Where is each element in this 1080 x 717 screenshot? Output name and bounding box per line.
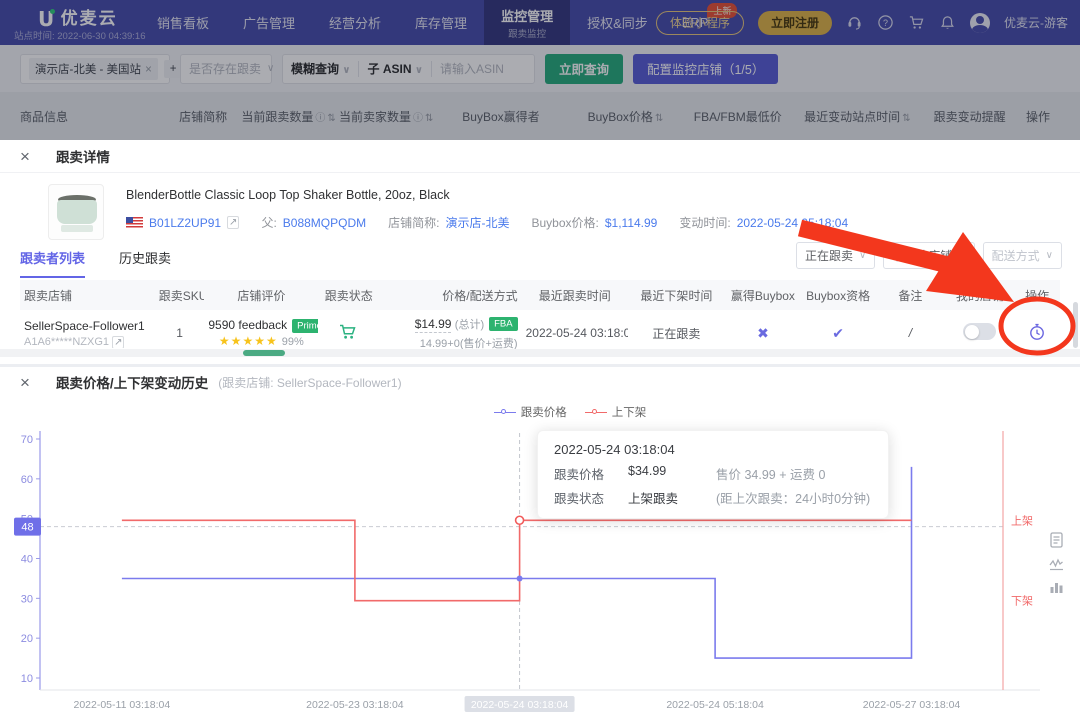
horizontal-scrollbar[interactable]: [0, 349, 1080, 357]
product-image: [48, 184, 104, 240]
marker-dot: [517, 575, 523, 581]
column-header-我的店铺: 我的店铺: [946, 287, 1015, 304]
followers-table: 跟卖店铺跟卖SKU数店铺评价跟卖状态价格/配送方式最近跟卖时间最近下架时间赢得B…: [20, 280, 1060, 357]
close-icon[interactable]: ×: [20, 148, 30, 165]
last-follow-time[interactable]: 2022-05-24 03:18:04: [526, 326, 628, 340]
series-上下架: [122, 520, 912, 600]
chart-toolbox: [1049, 532, 1064, 594]
history-clock-button[interactable]: [1027, 322, 1047, 342]
sku-count: 1: [155, 326, 205, 340]
remark-edit[interactable]: /: [905, 326, 916, 340]
us-flag-icon: [126, 217, 143, 228]
store-label: 店铺简称:: [388, 214, 439, 231]
x-tick-label: 2022-05-23 03:18:04: [306, 699, 404, 711]
bar-chart-icon[interactable]: [1049, 580, 1064, 594]
change-time-value: 2022-05-24 05:18:04: [737, 216, 848, 230]
change-time-label: 变动时间:: [679, 214, 730, 231]
product-summary: BlenderBottle Classic Loop Top Shaker Bo…: [48, 184, 848, 240]
prime-badge: Prime: [292, 319, 318, 333]
close-icon[interactable]: ×: [20, 374, 30, 391]
detail-tabs: 跟卖者列表 历史跟卖: [20, 248, 171, 278]
filter-select-非我的店铺[interactable]: 非我的店铺∨: [883, 242, 974, 269]
column-header-跟卖状态: 跟卖状态: [318, 287, 379, 304]
chart-panel-subtitle: (跟卖店铺: SellerSpace-Follower1): [218, 374, 401, 391]
column-header-Buybox资格: Buybox资格: [801, 287, 875, 304]
fba-badge: FBA: [489, 317, 517, 331]
last-off-time[interactable]: 正在跟卖: [652, 327, 700, 342]
marker-hollow: [516, 516, 524, 524]
chevron-down-icon: ∨: [958, 250, 965, 261]
right-axis-label: 上架: [1011, 514, 1033, 527]
column-header-最近下架时间: 最近下架时间: [628, 287, 725, 304]
product-meta: B01LZ2UP91 ↗ 父: B088MQPQDM 店铺简称: 演示店-北美 …: [126, 214, 848, 231]
y-tick-label: 40: [21, 554, 33, 566]
detail-panel-title: 跟卖详情: [56, 146, 110, 166]
column-header-跟卖SKU数: 跟卖SKU数: [155, 287, 205, 304]
asin-link[interactable]: B01LZ2UP91: [149, 216, 221, 230]
data-view-icon[interactable]: [1049, 532, 1064, 548]
store-name: 演示店-北美: [445, 214, 509, 231]
x-tick-label: 2022-05-11 03:18:04: [73, 699, 170, 711]
chevron-down-icon: ∨: [1046, 250, 1053, 261]
buybox-price-value: $1,114.99: [605, 216, 658, 230]
store-rating: 9590 feedbackPrime ★★★★★99%: [204, 318, 318, 348]
column-header-赢得Buybox: 赢得Buybox: [725, 287, 801, 304]
my-store-toggle[interactable]: [963, 323, 996, 340]
x-tick-label: 2022-05-24 03:18:04: [471, 699, 569, 711]
screen: Ս优麦云 站点时间: 2022-06-30 04:39:16 销售看板广告管理经…: [0, 0, 1080, 717]
buybox-win-no-icon: ✖: [757, 325, 769, 341]
x-tick-label: 2022-05-27 03:18:04: [863, 699, 961, 711]
chevron-down-icon: ∨: [859, 250, 866, 261]
column-header-操作: 操作: [1014, 287, 1060, 304]
y-tick-label: 60: [21, 474, 33, 486]
follow-status-cart-icon[interactable]: [339, 324, 358, 340]
right-axis-label: 下架: [1011, 595, 1033, 608]
line-chart-icon[interactable]: [1049, 557, 1064, 571]
column-header-店铺评价: 店铺评价: [204, 287, 318, 304]
chart-tooltip: 2022-05-24 03:18:04 跟卖价格 $34.99 售价 34.99…: [537, 430, 889, 519]
column-header-最近跟卖时间: 最近跟卖时间: [522, 287, 628, 304]
price-delivery: $14.99 (总计)FBA 14.99+0(售价+运费): [379, 316, 521, 351]
x-tick-label: 2022-05-24 05:18:04: [666, 699, 764, 711]
y-tick-label: 70: [21, 434, 33, 446]
tooltip-price-extra: 售价 34.99 + 运费 0: [716, 464, 825, 483]
tooltip-status-extra: (距上次跟卖：24小时0分钟): [716, 488, 870, 507]
tooltip-status-label: 跟卖状态: [554, 488, 628, 507]
column-header-跟卖店铺: 跟卖店铺: [20, 287, 155, 304]
seller-name[interactable]: SellerSpace-Follower1: [24, 319, 151, 333]
follow-sell-detail-panel: × 跟卖详情 BlenderBottle Classic Loop Top Sh…: [0, 140, 1080, 364]
external-link-icon[interactable]: ↗: [227, 216, 239, 229]
column-header-备注: 备注: [875, 287, 945, 304]
vertical-scrollbar[interactable]: [1073, 302, 1078, 348]
follower-filters: 正在跟卖∨ 非我的店铺∨ 配送方式∨: [796, 242, 1062, 269]
external-link-icon[interactable]: ↗: [112, 336, 124, 348]
y-pointer-badge-text: 48: [21, 522, 33, 534]
modal-dim-overlay: [0, 0, 1080, 140]
star-rating: ★★★★★: [219, 334, 278, 348]
column-header-价格/配送方式: 价格/配送方式: [379, 287, 521, 304]
chart-panel-title: 跟卖价格/上下架变动历史: [56, 372, 208, 392]
buybox-qualified-icon: ✔: [832, 325, 844, 341]
filter-select-正在跟卖[interactable]: 正在跟卖∨: [796, 242, 875, 269]
tab-历史跟卖[interactable]: 历史跟卖: [119, 248, 171, 278]
y-tick-label: 30: [21, 593, 33, 605]
tooltip-price-label: 跟卖价格: [554, 464, 628, 483]
filter-select-配送方式[interactable]: 配送方式∨: [983, 242, 1062, 269]
tooltip-status-value: 上架跟卖: [628, 488, 716, 507]
tooltip-price-value: $34.99: [628, 464, 716, 483]
seller-id: A1A6*****NZXG1 ↗: [24, 336, 151, 348]
detail-panel-header: × 跟卖详情: [0, 140, 1080, 173]
parent-asin-link[interactable]: B088MQPQDM: [283, 216, 366, 230]
chart-panel-header: × 跟卖价格/上下架变动历史 (跟卖店铺: SellerSpace-Follow…: [0, 367, 1080, 397]
y-tick-label: 20: [21, 633, 33, 645]
price-history-panel: × 跟卖价格/上下架变动历史 (跟卖店铺: SellerSpace-Follow…: [0, 367, 1080, 717]
y-tick-label: 10: [21, 673, 33, 685]
scrollbar-thumb[interactable]: [243, 350, 285, 356]
tooltip-time: 2022-05-24 03:18:04: [554, 442, 872, 457]
followers-table-header: 跟卖店铺跟卖SKU数店铺评价跟卖状态价格/配送方式最近跟卖时间最近下架时间赢得B…: [20, 280, 1060, 310]
product-title: BlenderBottle Classic Loop Top Shaker Bo…: [126, 188, 848, 202]
buybox-price-label: Buybox价格:: [531, 214, 598, 231]
parent-label: 父:: [261, 214, 276, 231]
tab-跟卖者列表[interactable]: 跟卖者列表: [20, 248, 85, 278]
